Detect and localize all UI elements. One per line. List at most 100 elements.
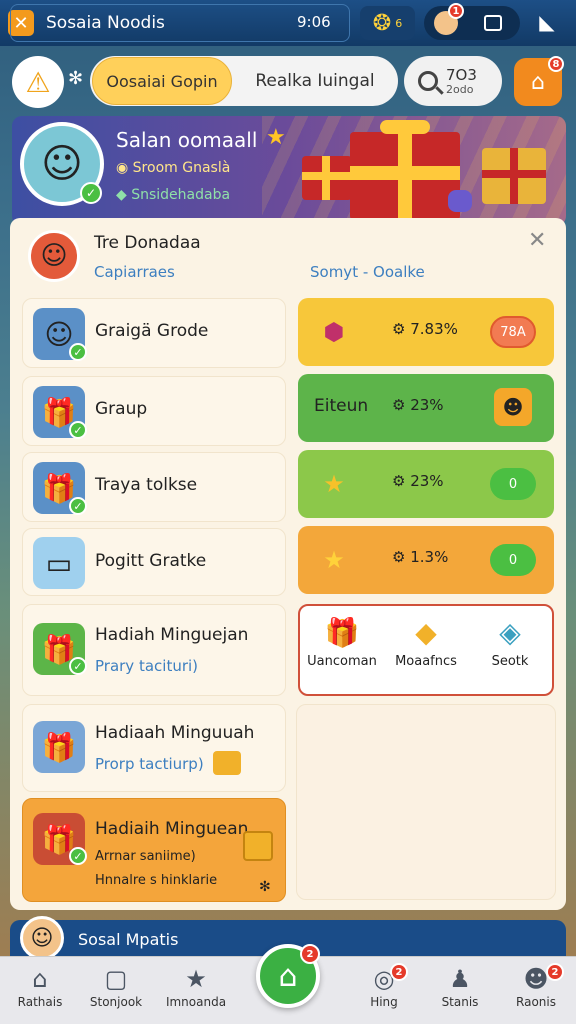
notification-badge: 2 — [300, 944, 320, 964]
home-icon: ⌂ — [32, 965, 48, 993]
star-icon: ★ — [185, 965, 207, 993]
home-badge: 8 — [548, 56, 564, 72]
nav-label: Hing — [370, 995, 398, 1009]
star-icon: ★ — [266, 125, 286, 150]
list-item-highlighted[interactable]: 🎁 ✓ Hadiaih Minguean Arrnar saniime) Hnn… — [22, 798, 286, 902]
banner-sub2: ◆ Snsidehadaba — [116, 187, 231, 203]
coin-count: 6 — [395, 16, 403, 30]
profile-pill[interactable]: 1 — [424, 3, 520, 40]
stat-percent: ⚙ 23% — [392, 396, 444, 414]
nav-item-profile[interactable]: ☻ Raonis 2 — [496, 963, 576, 1009]
list-item-label: Pogitt Gratke — [95, 551, 207, 571]
rewards-box: 🎁 Uancoman ◆ Moaafncs ◈ Seotk — [298, 604, 554, 696]
check-icon: ✓ — [69, 421, 87, 439]
stat-label: Eiteun — [314, 396, 369, 416]
list-item[interactable]: 🎁 ✓ Hadiah Minguejan Prary tacituri) — [22, 604, 286, 696]
cube-icon: ◈ — [499, 616, 521, 649]
nav-item-user[interactable]: ♟ Stanis — [420, 965, 500, 1009]
panel-subtitle-right[interactable]: Somyt - Ooalke — [310, 263, 425, 281]
nav-label: Stanis — [441, 995, 479, 1009]
stat-pill[interactable]: 78A — [490, 316, 536, 348]
voucher-icon: ▭ — [33, 537, 85, 589]
tab-active[interactable]: Oosaiai Gopin — [92, 57, 232, 105]
panel-avatar: ☺ — [28, 230, 80, 282]
search-line2: 2odo — [446, 82, 474, 96]
clock: 9:06 — [297, 13, 331, 31]
banner-name: Salan oomaall — [116, 128, 258, 152]
coin-counter[interactable]: ❂ 6 — [360, 6, 415, 40]
center-home-button[interactable]: ⌂ 2 — [256, 944, 320, 1008]
profile-icon: ☻ — [523, 965, 549, 993]
avatar[interactable]: 1 — [434, 3, 464, 35]
stat-percent: ⚙ 23% — [392, 472, 444, 490]
stat-card[interactable]: Eiteun ⚙ 23% ☻ — [298, 374, 554, 442]
stat-card[interactable]: ★ ⚙ 1.3% 0 — [298, 526, 554, 594]
bottom-strip-title: Sosal Mpatis — [78, 930, 179, 949]
reward-label: Uancoman — [307, 654, 377, 669]
reward-item[interactable]: ◈ Seotk — [470, 616, 550, 669]
panel-subtitle-left[interactable]: Capiarraes — [94, 263, 175, 281]
empty-card — [296, 704, 556, 900]
check-icon: ✓ — [69, 343, 87, 361]
tag-icon: ⬢ — [323, 318, 345, 346]
nav-label: Imnoanda — [165, 995, 227, 1009]
gift-icon: 🎁 — [324, 616, 360, 649]
panel-title: Tre Donadaa — [94, 233, 201, 253]
list-item-label: Graup — [95, 399, 148, 419]
list-item[interactable]: 🎁 ✓ Traya tolkse — [22, 452, 286, 522]
reward-item[interactable]: ◆ Moaafncs — [386, 616, 466, 669]
reward-item[interactable]: 🎁 Uancoman — [302, 616, 382, 669]
notification-badge: 1 — [448, 3, 464, 19]
list-item[interactable]: 🎁 Hadiaah Minguuah Prorp tactiurp) — [22, 704, 286, 792]
stat-card[interactable]: ★ ⚙ 23% 0 — [298, 450, 554, 518]
chat-icon: ▢ — [104, 965, 128, 993]
nav-item-search[interactable]: ◎ Hing 2 — [344, 963, 424, 1009]
list-item[interactable]: 🎁 ✓ Graup — [22, 376, 286, 446]
banner-avatar[interactable]: ☺ ✓ — [20, 122, 104, 206]
check-icon: ✓ — [69, 497, 87, 515]
coin-icon: ❂ — [372, 10, 392, 36]
nav-label: Raonis — [516, 995, 556, 1009]
tab-inactive[interactable]: Realka Iuingal — [232, 57, 398, 105]
home-icon[interactable]: ⌂ 8 — [514, 56, 564, 106]
stat-pill[interactable]: 0 — [490, 544, 536, 576]
warning-icon[interactable]: ⚠ — [12, 56, 64, 108]
list-item-label: Hadiaah Minguuah — [95, 723, 255, 743]
list-item-sub: Prary tacituri) — [95, 657, 199, 675]
close-icon[interactable]: ✕ — [528, 228, 546, 253]
star-icon: ★ — [323, 470, 345, 498]
list-item[interactable]: ☺ ✓ Graigä Grode — [22, 298, 286, 368]
nav-label: Stonjook — [89, 995, 143, 1009]
avatar[interactable]: ☺ — [20, 916, 64, 960]
coin-box-icon: ◆ — [415, 616, 437, 649]
search-line1: 7O3 — [446, 65, 477, 84]
user-icon: ♟ — [449, 965, 471, 993]
list-item-sub: Prorp tactiurp) — [95, 755, 204, 773]
list-item-label: Hadiah Minguejan — [95, 625, 249, 645]
check-icon: ✓ — [80, 182, 102, 204]
game-icon: ☻ — [494, 388, 532, 426]
list-item-label: Traya tolkse — [95, 475, 198, 495]
stat-card[interactable]: ⬢ ⚙ 7.83% 78A — [298, 298, 554, 366]
chest-icon — [243, 831, 273, 861]
reward-label: Seotk — [491, 654, 529, 669]
back-arrow-icon[interactable]: ◣ — [534, 10, 560, 36]
list-item[interactable]: ▭ Pogitt Gratke — [22, 528, 286, 596]
nav-label: Rathais — [17, 995, 63, 1009]
chat-icon[interactable] — [484, 15, 502, 31]
nav-item-star[interactable]: ★ Imnoanda — [156, 965, 236, 1009]
stat-percent: ⚙ 1.3% — [392, 548, 449, 566]
gear-icon[interactable]: ✻ — [68, 68, 83, 89]
chest-icon — [213, 751, 241, 775]
nav-item-home[interactable]: ⌂ Rathais — [0, 965, 80, 1009]
nav-item-chat[interactable]: ▢ Stonjook — [76, 965, 156, 1009]
stat-percent: ⚙ 7.83% — [392, 320, 458, 338]
banner-sub1: ◉ Sroom Gnaslà — [116, 160, 231, 176]
check-icon: ✓ — [69, 657, 87, 675]
search-icon: ◎ — [373, 965, 395, 993]
search-icon — [418, 71, 438, 91]
list-item-sub2: Hnnalre s hinklarie — [95, 873, 218, 888]
search-button[interactable]: 7O3 2odo — [404, 56, 502, 106]
check-icon: ✓ — [69, 847, 87, 865]
stat-pill[interactable]: 0 — [490, 468, 536, 500]
